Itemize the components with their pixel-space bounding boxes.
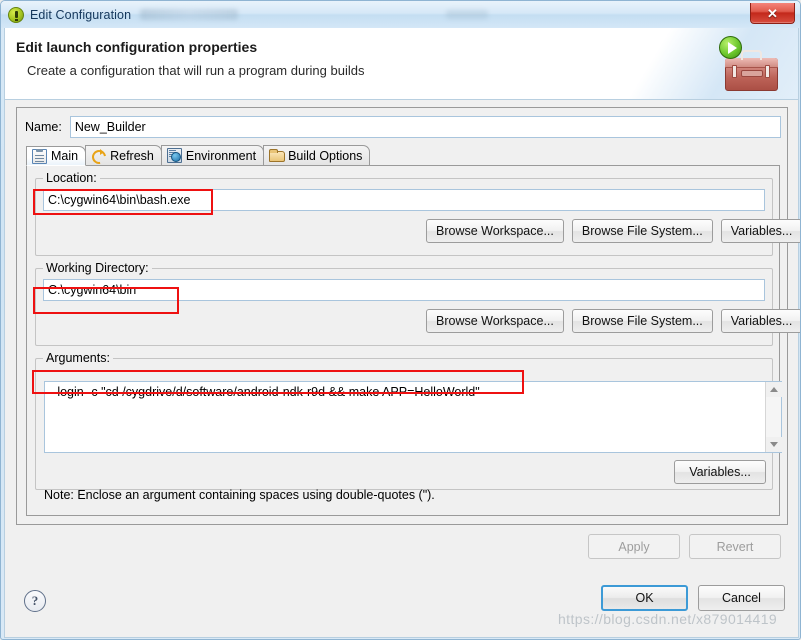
close-button[interactable]: ✕ (750, 3, 795, 24)
apply-button[interactable]: Apply (588, 534, 680, 559)
arguments-textarea[interactable]: --login -c "cd /cygdrive/d/software/andr… (44, 381, 782, 453)
revert-button[interactable]: Revert (689, 534, 781, 559)
folder-icon (269, 148, 286, 163)
working-directory-browse-workspace-button[interactable]: Browse Workspace... (426, 309, 564, 333)
toolbox-latch-right (765, 65, 770, 78)
arguments-variables-button[interactable]: Variables... (674, 460, 766, 484)
toolbox-handle (741, 50, 762, 60)
page-subtitle: Create a configuration that will run a p… (27, 63, 365, 78)
page-title: Edit launch configuration properties (16, 39, 258, 55)
play-badge-icon (719, 36, 742, 59)
triangle-down-icon[interactable] (766, 437, 782, 452)
tab-main[interactable]: Main (26, 146, 87, 166)
titlebar-blurred-text-1 (140, 9, 239, 20)
refresh-arrows-icon (91, 148, 106, 163)
name-row: Name: (25, 116, 781, 138)
cancel-button[interactable]: Cancel (698, 585, 785, 611)
tab-strip: Main Refresh Environment Build Options (26, 145, 780, 166)
name-label: Name: (25, 120, 62, 134)
arguments-button-row: Variables... (674, 460, 766, 484)
watermark-text: https://blog.csdn.net/x879014419 (558, 611, 778, 627)
tab-main-label: Main (51, 149, 79, 163)
location-group: Location: Browse Workspace... Browse Fil… (35, 171, 800, 256)
arguments-value: --login -c "cd /cygdrive/d/software/andr… (49, 385, 480, 399)
dialog-footer: ? OK Cancel (4, 568, 799, 638)
working-directory-group: Working Directory: Browse Workspace... B… (35, 261, 800, 346)
working-directory-browse-file-system-button[interactable]: Browse File System... (571, 309, 713, 333)
help-glyph: ? (31, 593, 39, 608)
titlebar-blurred-text-2 (446, 10, 489, 19)
arguments-group-label: Arguments: (43, 351, 113, 365)
arguments-note: Note: Enclose an argument containing spa… (44, 488, 435, 502)
ok-cancel-row: OK Cancel (601, 585, 785, 611)
location-input[interactable] (43, 189, 765, 211)
info-green-icon (8, 6, 24, 23)
environment-icon (166, 148, 182, 163)
tab-environment-label: Environment (185, 148, 257, 163)
location-browse-workspace-button[interactable]: Browse Workspace... (426, 219, 564, 243)
close-icon: ✕ (767, 5, 778, 21)
apply-revert-row: Apply Revert (588, 534, 781, 559)
toolbox-grip (741, 70, 763, 77)
arguments-group: Arguments: --login -c "cd /cygdrive/d/so… (35, 351, 782, 490)
tab-environment[interactable]: Environment (160, 145, 265, 165)
name-input[interactable] (69, 116, 781, 138)
tab-refresh-label: Refresh (110, 148, 154, 163)
tab-build-options[interactable]: Build Options (263, 145, 371, 165)
configuration-frame: Name: Main Refresh Environment (16, 107, 800, 525)
location-variables-button[interactable]: Variables... (720, 219, 800, 243)
location-button-row: Browse Workspace... Browse File System..… (426, 219, 800, 243)
toolbox-latch-left (732, 65, 737, 78)
working-directory-button-row: Browse Workspace... Browse File System..… (426, 309, 800, 333)
working-directory-input[interactable] (43, 279, 765, 301)
main-tab-panel: Location: Browse Workspace... Browse Fil… (26, 166, 800, 516)
triangle-up-icon[interactable] (766, 382, 782, 397)
working-directory-group-label: Working Directory: (43, 261, 152, 275)
location-browse-file-system-button[interactable]: Browse File System... (571, 219, 713, 243)
dialog-body: Name: Main Refresh Environment (4, 100, 800, 568)
ok-button[interactable]: OK (601, 585, 688, 611)
clipboard-icon (32, 148, 47, 164)
question-mark-icon[interactable]: ? (24, 590, 46, 612)
arguments-scrollbar[interactable] (765, 382, 782, 452)
toolbox-with-play-badge-icon (719, 36, 781, 94)
location-group-label: Location: (43, 171, 100, 185)
tab-refresh[interactable]: Refresh (85, 145, 162, 165)
edit-configuration-dialog: Edit Configuration ✕ Edit launch configu… (0, 0, 801, 640)
dialog-header: Edit launch configuration properties Cre… (4, 28, 799, 100)
window-titlebar: Edit Configuration ✕ (1, 1, 800, 28)
tab-build-options-label: Build Options (288, 148, 363, 163)
window-title: Edit Configuration (30, 7, 132, 22)
working-directory-variables-button[interactable]: Variables... (720, 309, 800, 333)
